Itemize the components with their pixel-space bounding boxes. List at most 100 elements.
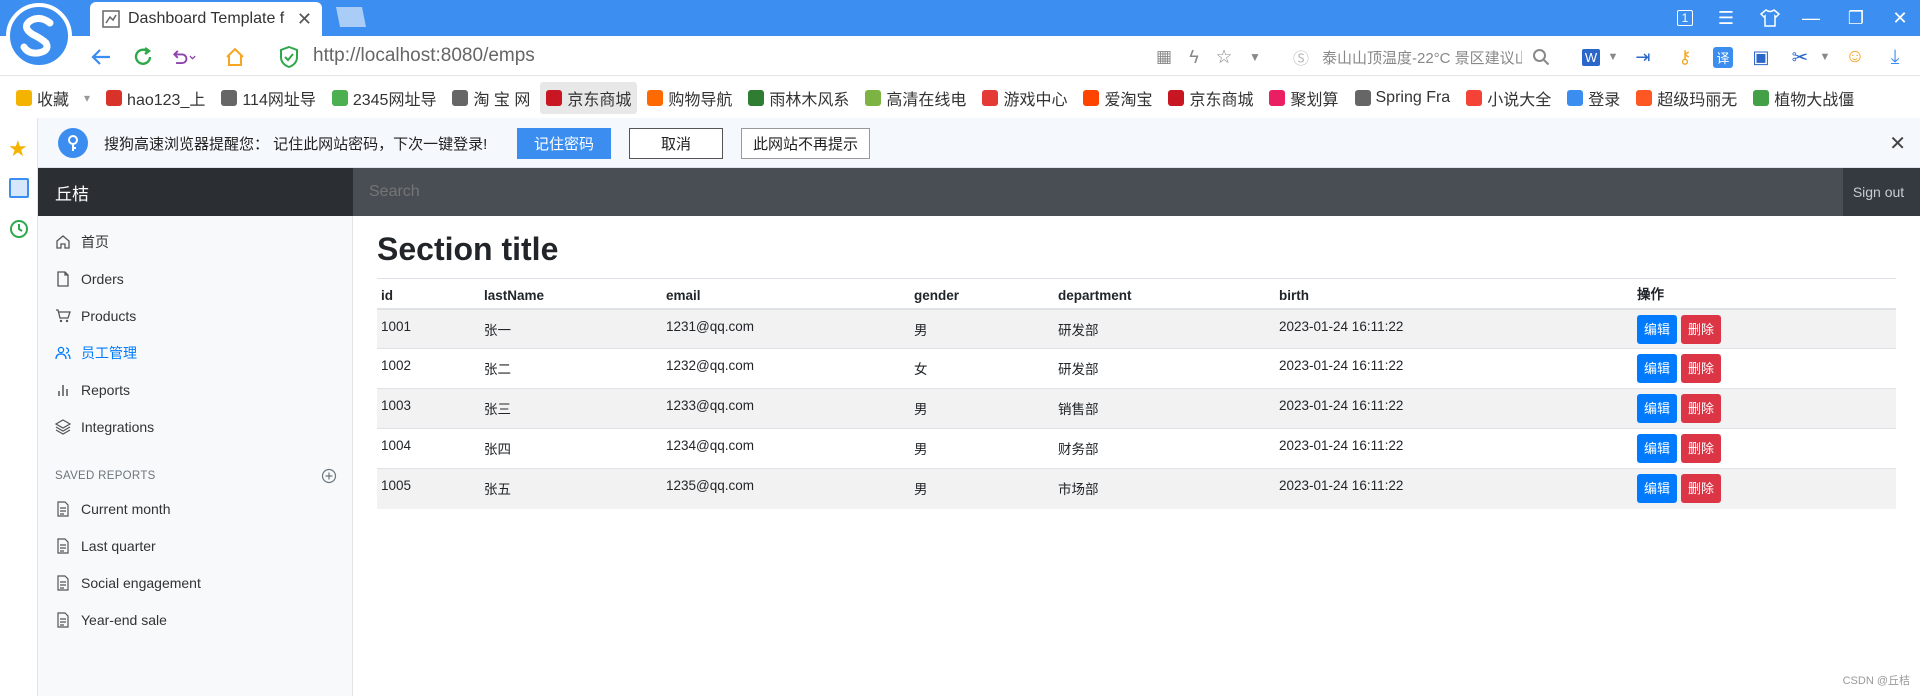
password-bar-message: 搜狗高速浏览器提醒您： 记住此网站密码，下次一键登录!: [104, 136, 488, 153]
delete-button[interactable]: 删除: [1681, 314, 1722, 344]
column-header-birth: birth: [1275, 278, 1633, 310]
bookmark-item[interactable]: 登录: [1561, 82, 1626, 114]
saved-report-last-quarter[interactable]: Last quarter: [55, 534, 156, 558]
key-icon[interactable]: ⚷: [1672, 44, 1698, 70]
search-engine-icon[interactable]: Ⓢ: [1288, 44, 1314, 70]
delete-button[interactable]: 删除: [1681, 394, 1722, 423]
table-header-row: id lastName email gender department birt…: [377, 278, 1896, 310]
back-icon[interactable]: [88, 44, 114, 70]
favorites-star-icon[interactable]: ★: [8, 136, 28, 162]
sogou-browser-logo[interactable]: [6, 3, 72, 69]
edit-button[interactable]: 编辑: [1637, 434, 1678, 463]
emoji-icon[interactable]: ☺: [1842, 44, 1868, 70]
bookmark-favicon-icon: [865, 90, 882, 106]
password-save-bar: 搜狗高速浏览器提醒您： 记住此网站密码，下次一键登录! 记住密码 取消 此网站不…: [38, 118, 1920, 168]
edit-button[interactable]: 编辑: [1637, 394, 1678, 423]
sidebar-item-label: Integrations: [81, 419, 155, 435]
close-bar-icon[interactable]: ✕: [1889, 131, 1906, 156]
sidebar-item-employees[interactable]: 员工管理: [55, 341, 137, 365]
bookmark-item[interactable]: 2345网址导: [326, 82, 443, 114]
remember-password-button[interactable]: 记住密码: [517, 128, 611, 159]
bookmark-item[interactable]: 小说大全: [1460, 82, 1557, 114]
add-report-icon[interactable]: [321, 468, 337, 484]
delete-button[interactable]: 删除: [1681, 354, 1722, 383]
table-cell: 1002: [377, 348, 480, 389]
bookmark-item[interactable]: hao123_上: [100, 82, 211, 114]
saved-report-current-month[interactable]: Current month: [55, 497, 170, 521]
column-header-department: department: [1054, 278, 1275, 310]
bookmark-item[interactable]: Spring Fra: [1349, 85, 1457, 111]
bookmark-item[interactable]: 游戏中心: [976, 82, 1073, 114]
sidebar-item-reports[interactable]: Reports: [55, 378, 130, 402]
refresh-icon[interactable]: [130, 44, 156, 70]
qr-code-icon[interactable]: ▦: [1151, 44, 1177, 70]
sidebar-item-orders[interactable]: Orders: [55, 267, 124, 291]
word-dropdown-icon[interactable]: ▼: [1600, 44, 1626, 70]
table-cell: 2023-01-24 16:11:22: [1275, 348, 1633, 389]
edit-button[interactable]: 编辑: [1637, 354, 1678, 383]
favorite-star-icon[interactable]: ☆: [1211, 44, 1237, 70]
bookmark-item[interactable]: 超级玛丽无: [1630, 82, 1743, 114]
favorites-dropdown-icon[interactable]: ▾: [84, 91, 90, 105]
saved-report-year-end-sale[interactable]: Year-end sale: [55, 608, 167, 632]
dropdown-arrow-icon[interactable]: ▼: [1242, 44, 1268, 70]
brand-name[interactable]: 丘桔: [38, 168, 353, 216]
bookmark-favicon-icon: [221, 90, 238, 106]
new-tab-button[interactable]: [332, 5, 368, 29]
menu-icon[interactable]: ☰: [1712, 4, 1740, 32]
login-icon[interactable]: ⇥: [1630, 44, 1656, 70]
table-cell: 1233@qq.com: [662, 388, 910, 429]
bookmark-item[interactable]: 购物导航: [641, 82, 738, 114]
bookmark-item[interactable]: 高清在线电: [859, 82, 972, 114]
bookmark-item[interactable]: 植物大战僵: [1747, 82, 1860, 114]
delete-button[interactable]: 删除: [1681, 474, 1722, 503]
search-icon[interactable]: [1528, 44, 1554, 70]
edit-button[interactable]: 编辑: [1637, 474, 1678, 503]
lightning-icon[interactable]: ϟ: [1181, 44, 1207, 70]
undo-close-icon[interactable]: [170, 44, 196, 70]
download-icon[interactable]: ⤓: [1882, 44, 1908, 70]
bookmark-item[interactable]: 京东商城: [540, 82, 638, 114]
edit-button[interactable]: 编辑: [1637, 314, 1678, 344]
skin-icon[interactable]: [1756, 4, 1784, 32]
home-icon: [56, 235, 70, 249]
weather-search-hint[interactable]: 泰山山顶温度-22°C 景区建议山: [1322, 47, 1522, 68]
never-prompt-button[interactable]: 此网站不再提示: [741, 128, 870, 159]
close-window-icon[interactable]: ✕: [1886, 4, 1914, 32]
history-clock-icon[interactable]: [9, 219, 29, 239]
bookmark-item[interactable]: 淘 宝 网: [446, 82, 536, 114]
reader-icon[interactable]: ▣: [1748, 44, 1774, 70]
bookmark-item[interactable]: 114网址导: [215, 82, 322, 114]
tab-dashboard[interactable]: Dashboard Template f ✕: [90, 2, 322, 36]
scissors-dropdown-icon[interactable]: ▼: [1812, 44, 1838, 70]
browser-side-rail: ★: [0, 118, 38, 696]
sign-out-link[interactable]: Sign out: [1837, 168, 1920, 216]
delete-button[interactable]: 删除: [1681, 434, 1722, 463]
bookmark-item[interactable]: 爱淘宝: [1077, 82, 1158, 114]
browser-title-bar: Dashboard Template f ✕ 1 ☰ — ❐ ✕: [0, 0, 1920, 36]
bookmark-favicon-icon: [1567, 90, 1584, 106]
column-header-email: email: [662, 278, 910, 310]
table-cell: 1231@qq.com: [662, 308, 910, 349]
reading-list-icon[interactable]: [9, 178, 29, 198]
window-count-icon[interactable]: 1: [1671, 4, 1699, 32]
restore-icon[interactable]: ❐: [1842, 4, 1870, 32]
url-field[interactable]: http://localhost:8080/emps: [313, 45, 535, 67]
sidebar-item-integrations[interactable]: Integrations: [55, 415, 154, 439]
screenshot-scissors-icon[interactable]: ✂: [1787, 44, 1813, 70]
translate-icon[interactable]: 译: [1710, 44, 1736, 70]
bookmark-item[interactable]: 收藏 ▾: [10, 82, 96, 114]
sidebar-item-home[interactable]: 首页: [55, 230, 109, 254]
minimize-icon[interactable]: —: [1797, 4, 1825, 32]
tab-close-icon[interactable]: ✕: [297, 9, 312, 30]
home-icon[interactable]: [222, 44, 248, 70]
bookmark-label: 2345网址导: [352, 92, 437, 109]
cancel-button[interactable]: 取消: [629, 128, 723, 159]
bookmark-item[interactable]: 京东商城: [1162, 82, 1259, 114]
bookmark-item[interactable]: 聚划算: [1263, 82, 1344, 114]
bookmark-item[interactable]: 雨林木风系: [742, 82, 855, 114]
secure-shield-icon[interactable]: [276, 44, 302, 70]
sidebar-item-products[interactable]: Products: [55, 304, 136, 328]
saved-report-social-engagement[interactable]: Social engagement: [55, 571, 201, 595]
search-input[interactable]: [353, 168, 1843, 216]
